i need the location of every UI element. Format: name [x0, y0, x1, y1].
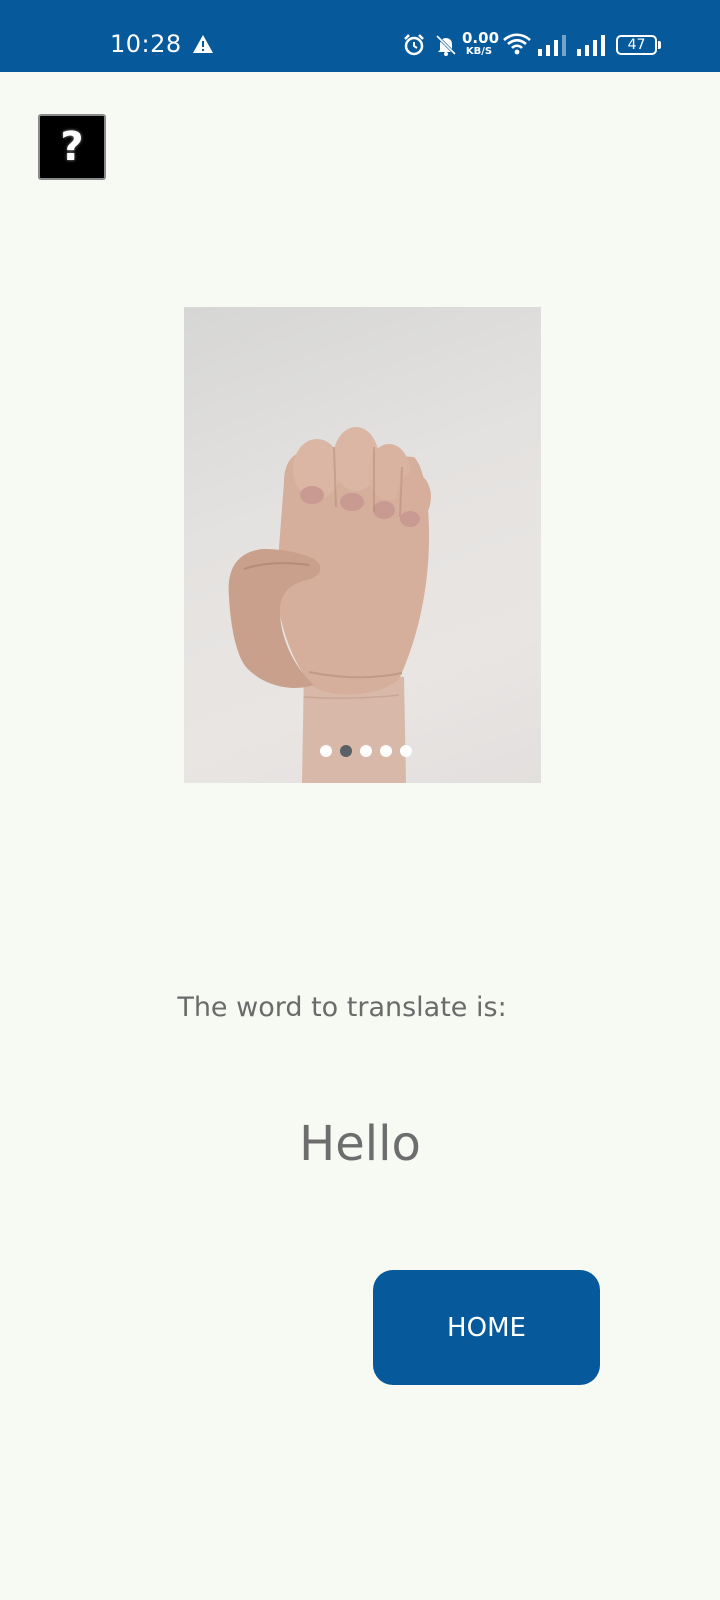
battery-level: 47: [616, 35, 657, 55]
status-time: 10:28: [110, 30, 182, 58]
hand-sign-image[interactable]: [184, 307, 541, 783]
bell-off-icon: [435, 34, 457, 56]
wifi-icon: [503, 33, 531, 55]
word-to-translate: Hello: [299, 1116, 421, 1172]
alarm-icon: [404, 34, 424, 56]
prompt-label: The word to translate is:: [177, 992, 507, 1023]
help-button[interactable]: ?: [38, 114, 106, 180]
carousel-dot[interactable]: [379, 745, 392, 757]
carousel-dots: [184, 745, 541, 757]
hand-sign-illustration: [228, 427, 431, 783]
net-speed: 0.00 KB/S: [462, 29, 500, 57]
carousel-dot[interactable]: [319, 745, 332, 757]
carousel-dot[interactable]: [359, 745, 372, 757]
battery-tip: [658, 41, 661, 49]
carousel-dot[interactable]: [399, 745, 412, 757]
status-bar: 10:28 0.00 KB/S 47: [0, 0, 720, 72]
signal-icon: [538, 35, 566, 56]
warning-icon: [193, 35, 213, 53]
battery-icon: 47: [616, 35, 661, 55]
home-button[interactable]: HOME: [373, 1270, 600, 1385]
signal-icon: [577, 35, 605, 56]
carousel-dot-active[interactable]: [339, 745, 352, 757]
net-speed-value: 0.00: [462, 29, 500, 47]
net-speed-unit: KB/S: [465, 46, 493, 57]
